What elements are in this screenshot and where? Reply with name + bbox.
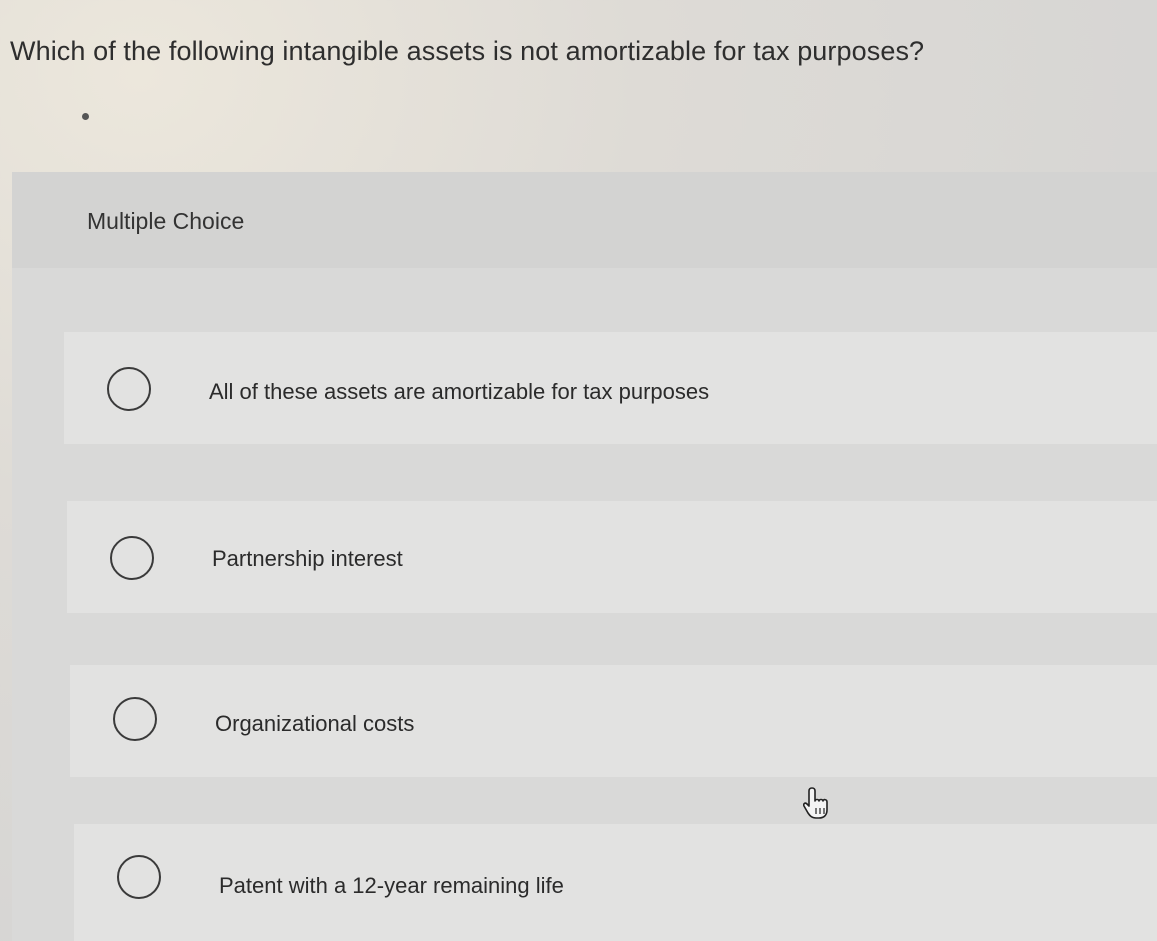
answer-option-4[interactable]: Patent with a 12-year remaining life bbox=[74, 824, 1157, 941]
panel-header: Multiple Choice bbox=[12, 172, 1157, 268]
multiple-choice-label: Multiple Choice bbox=[87, 208, 245, 234]
answer-option-1[interactable]: All of these assets are amortizable for … bbox=[64, 332, 1157, 444]
radio-button-2[interactable] bbox=[110, 536, 154, 580]
answer-option-2[interactable]: Partnership interest bbox=[67, 501, 1157, 613]
answer-option-label: Partnership interest bbox=[212, 546, 403, 571]
question-text: Which of the following intangible assets… bbox=[10, 36, 925, 66]
radio-button-1[interactable] bbox=[107, 367, 151, 411]
multiple-choice-panel: Multiple Choice All of these assets are … bbox=[12, 172, 1157, 941]
speck-mark bbox=[82, 113, 89, 120]
answer-option-label: All of these assets are amortizable for … bbox=[209, 379, 710, 404]
quiz-page: Which of the following intangible assets… bbox=[0, 0, 1157, 941]
answer-option-3[interactable]: Organizational costs bbox=[70, 665, 1157, 777]
radio-button-4[interactable] bbox=[117, 855, 161, 899]
hand-pointer-icon bbox=[803, 787, 828, 819]
radio-button-3[interactable] bbox=[113, 697, 157, 741]
answer-option-label: Organizational costs bbox=[215, 711, 415, 736]
answer-option-label: Patent with a 12-year remaining life bbox=[219, 873, 564, 898]
